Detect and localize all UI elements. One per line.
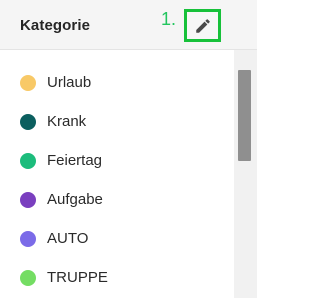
category-label: Feiertag xyxy=(47,152,103,169)
edit-categories-button[interactable] xyxy=(184,9,221,42)
category-item[interactable]: Krank xyxy=(0,102,232,141)
category-list: Urlaub Krank Feiertag Aufgabe AUTO TRUPP… xyxy=(0,50,232,298)
category-item[interactable]: Urlaub xyxy=(0,63,232,102)
category-label: Urlaub xyxy=(47,74,92,91)
category-item[interactable]: Aufgabe xyxy=(0,180,232,219)
category-label: TRUPPE xyxy=(47,269,108,286)
category-item[interactable]: AUTO xyxy=(0,219,232,258)
category-color-dot xyxy=(20,192,36,208)
category-label: Aufgabe xyxy=(47,191,103,208)
category-label: AUTO xyxy=(47,230,89,247)
category-color-dot xyxy=(20,270,36,286)
category-color-dot xyxy=(20,75,36,91)
pencil-icon xyxy=(195,18,210,33)
category-item[interactable]: TRUPPE xyxy=(0,258,232,297)
panel-title: Kategorie xyxy=(20,17,91,34)
scrollbar-thumb[interactable] xyxy=(238,70,251,161)
scrollbar-track[interactable] xyxy=(234,50,257,298)
category-color-dot xyxy=(20,153,36,169)
category-color-dot xyxy=(20,231,36,247)
category-panel: Kategorie 1. Urlaub Krank Feiertag Aufga… xyxy=(0,0,257,298)
category-label: Krank xyxy=(47,113,87,130)
category-item[interactable]: Feiertag xyxy=(0,141,232,180)
panel-header: Kategorie 1. xyxy=(0,0,257,50)
step-annotation: 1. xyxy=(161,9,177,29)
category-color-dot xyxy=(20,114,36,130)
